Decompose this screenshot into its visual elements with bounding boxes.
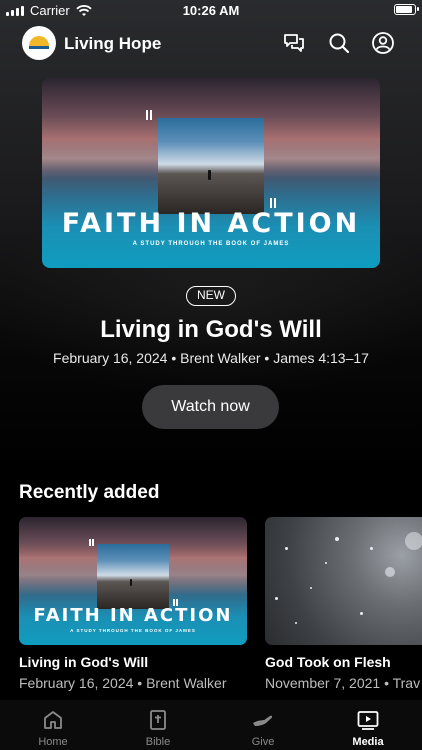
status-bar: Carrier 10:26 AM [0,0,422,22]
tab-label-give: Give [251,736,275,748]
media-card-meta: February 16, 2024 • Brent Walker [19,675,227,691]
app-title: Living Hope [64,34,162,53]
search-icon[interactable] [327,31,351,55]
media-card[interactable]: FAITH IN ACTION A STUDY THROUGH THE BOOK… [19,517,247,691]
artwork-inset-image [158,118,264,214]
featured-series-artwork[interactable]: FAITH IN ACTION A STUDY THROUGH THE BOOK… [42,78,380,268]
media-card-thumbnail[interactable] [265,517,422,645]
app-header: Living Hope [0,26,422,62]
media-card[interactable]: God Took on Flesh November 7, 2021 • Tra… [265,517,422,691]
status-time: 10:26 AM [182,3,240,18]
media-card-thumbnail[interactable]: FAITH IN ACTION A STUDY THROUGH THE BOOK… [19,517,247,645]
media-card-meta: November 7, 2021 • Trav [265,675,421,691]
chat-bubbles-icon[interactable] [282,31,306,55]
tab-label-media: Media [352,736,384,748]
home-icon [44,711,62,729]
hero-title: Living in God's Will [100,316,322,343]
give-hand-icon [253,715,273,726]
media-card-title: God Took on Flesh [265,654,391,670]
battery-icon [394,4,419,15]
card-artwork-title: FAITH IN ACTION [33,605,233,626]
tab-home[interactable]: Home [13,700,93,750]
recently-added-heading: Recently added [19,482,160,503]
artwork-subtitle: A STUDY THROUGH THE BOOK OF JAMES [132,241,290,247]
artwork-title: FAITH IN ACTION [61,208,361,239]
tab-give[interactable]: Give [223,700,303,750]
new-badge: NEW [186,286,236,306]
card-artwork-subtitle: A STUDY THROUGH THE BOOK OF JAMES [70,628,196,633]
tab-label-home: Home [38,736,68,748]
hero-meta: February 16, 2024 • Brent Walker • James… [53,350,369,366]
tab-bible[interactable]: Bible [118,700,198,750]
account-icon[interactable] [371,31,395,55]
tab-label-bible: Bible [145,736,171,748]
media-play-icon [357,711,379,730]
tab-bar: Home Bible Give Media [0,700,422,750]
church-logo[interactable] [22,26,56,60]
watch-now-button[interactable]: Watch now [142,385,279,429]
media-card-title: Living in God's Will [19,654,149,670]
tab-media[interactable]: Media [328,700,408,750]
bible-icon [150,710,166,730]
